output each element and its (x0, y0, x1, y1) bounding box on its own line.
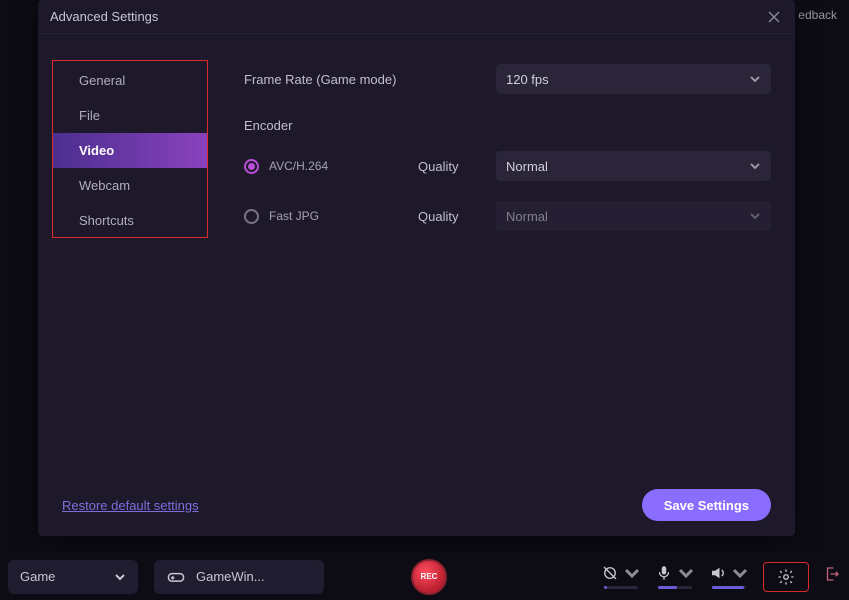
game-window-select[interactable]: GameWin... (154, 560, 324, 594)
speaker-icon (709, 564, 727, 582)
mode-value: Game (20, 569, 55, 584)
sidebar-item-webcam[interactable]: Webcam (53, 168, 207, 203)
settings-sidebar: General File Video Webcam Shortcuts (52, 60, 208, 238)
gamepad-icon (166, 567, 186, 587)
chevron-down-icon (623, 564, 641, 582)
record-button[interactable]: REC (411, 559, 447, 595)
quality-value-2: Normal (506, 209, 548, 224)
quality-select-avc[interactable]: Normal (496, 151, 771, 181)
settings-content: Frame Rate (Game mode) 120 fps Encoder A… (244, 60, 771, 474)
mode-select[interactable]: Game (8, 560, 138, 594)
game-window-value: GameWin... (196, 569, 265, 584)
chevron-down-icon (114, 571, 126, 583)
sidebar-item-shortcuts[interactable]: Shortcuts (53, 203, 207, 238)
framerate-select[interactable]: 120 fps (496, 64, 771, 94)
framerate-value: 120 fps (506, 72, 549, 87)
settings-button[interactable] (763, 562, 809, 592)
quality-label-1: Quality (418, 159, 496, 174)
modal-header: Advanced Settings (38, 0, 795, 34)
exit-button[interactable] (823, 565, 841, 588)
sidebar-item-general[interactable]: General (53, 63, 207, 98)
camera-off-icon (601, 564, 619, 582)
quality-label-2: Quality (418, 209, 496, 224)
mic-toggle[interactable] (655, 564, 695, 582)
quality-select-fastjpg: Normal (496, 201, 771, 231)
radio-avc[interactable] (244, 159, 259, 174)
restore-defaults-link[interactable]: Restore default settings (62, 498, 199, 513)
gear-icon (777, 568, 795, 586)
chevron-down-icon (749, 210, 761, 222)
chevron-down-icon (731, 564, 749, 582)
speaker-level (712, 586, 746, 589)
advanced-settings-modal: Advanced Settings General File Video Web… (38, 0, 795, 536)
rec-label: REC (421, 572, 438, 581)
feedback-link[interactable]: edback (798, 8, 837, 22)
mic-icon (655, 564, 673, 582)
framerate-label: Frame Rate (Game mode) (244, 72, 496, 87)
save-settings-button[interactable]: Save Settings (642, 489, 771, 521)
sidebar-item-file[interactable]: File (53, 98, 207, 133)
mic-level (658, 586, 692, 589)
chevron-down-icon (677, 564, 695, 582)
radio-fastjpg-label: Fast JPG (269, 209, 319, 223)
radio-avc-label: AVC/H.264 (269, 159, 328, 173)
close-icon[interactable] (765, 8, 783, 26)
modal-title: Advanced Settings (50, 9, 158, 24)
speaker-toggle[interactable] (709, 564, 749, 582)
camera-toggle[interactable] (601, 564, 641, 582)
bottom-control-bar: Game GameWin... REC (0, 553, 849, 600)
quality-value-1: Normal (506, 159, 548, 174)
sidebar-item-video[interactable]: Video (53, 133, 207, 168)
exit-icon (823, 565, 841, 583)
radio-fastjpg[interactable] (244, 209, 259, 224)
encoder-label: Encoder (244, 118, 771, 133)
chevron-down-icon (749, 73, 761, 85)
modal-footer: Restore default settings Save Settings (38, 474, 795, 536)
chevron-down-icon (749, 160, 761, 172)
camera-level (604, 586, 638, 589)
